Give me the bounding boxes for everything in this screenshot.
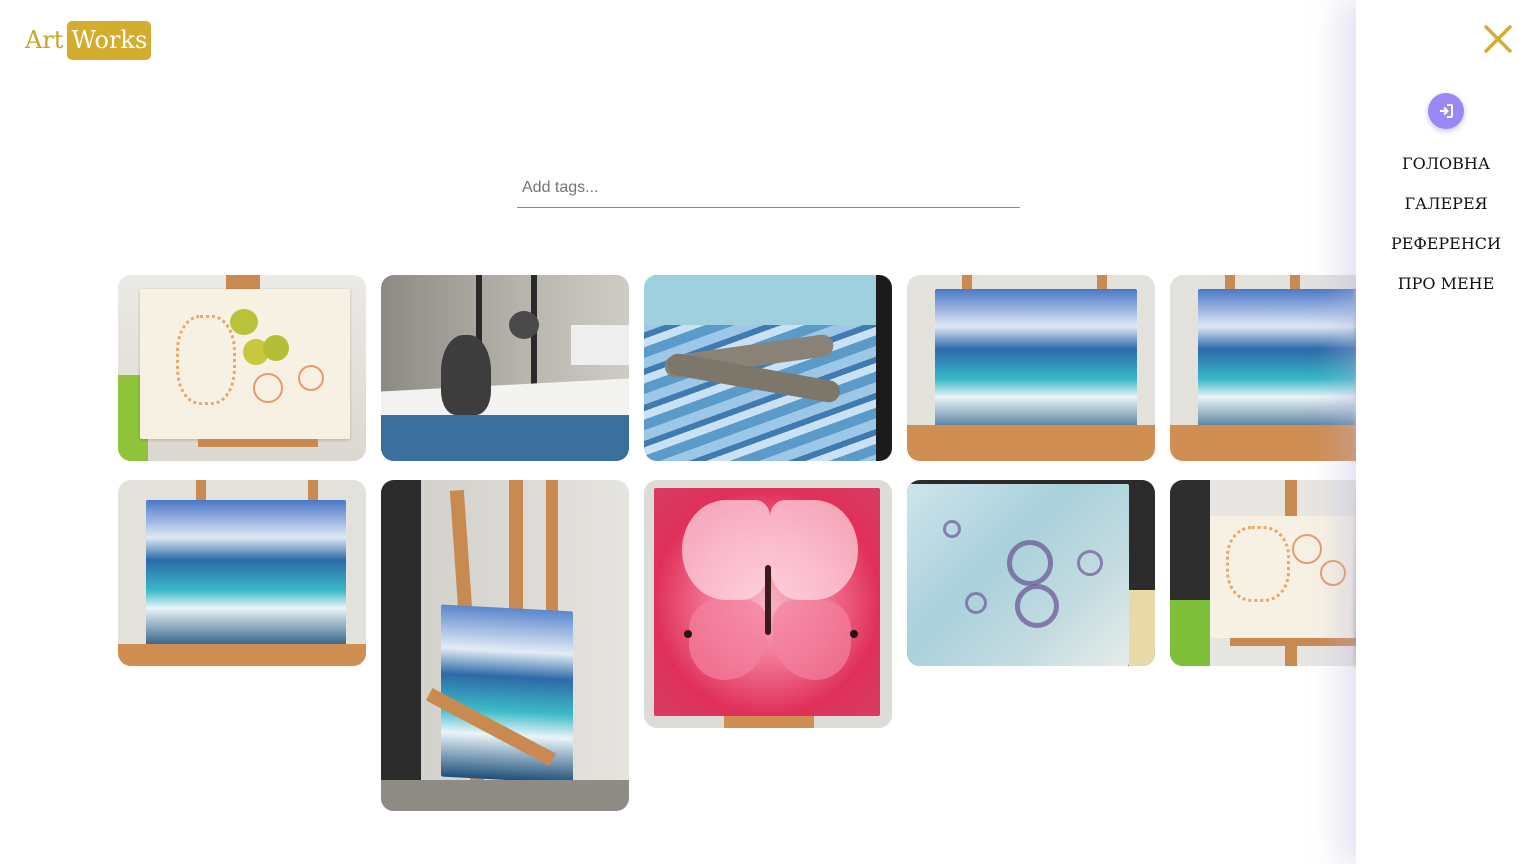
nav-item-home[interactable]: ГОЛОВНА	[1356, 152, 1536, 192]
nav-item-references[interactable]: РЕФЕРЕНСИ	[1356, 232, 1536, 272]
gallery-item[interactable]	[118, 480, 366, 666]
close-menu-button[interactable]	[1483, 24, 1513, 54]
nav-item-gallery[interactable]: ГАЛЕРЕЯ	[1356, 192, 1536, 232]
login-button[interactable]	[1428, 93, 1464, 129]
main-nav: ГОЛОВНА ГАЛЕРЕЯ РЕФЕРЕНСИ ПРО МЕНЕ	[1356, 152, 1536, 312]
gallery-image	[118, 275, 366, 461]
logo[interactable]: Art Works	[25, 20, 152, 60]
gallery-image	[907, 275, 1155, 461]
sign-in-icon	[1440, 104, 1453, 118]
tag-search-input[interactable]	[517, 170, 1020, 206]
gallery-item[interactable]	[644, 275, 892, 461]
gallery-item[interactable]	[118, 275, 366, 461]
nav-item-about[interactable]: ПРО МЕНЕ	[1356, 272, 1536, 312]
gallery-image	[118, 480, 366, 666]
gallery-image	[644, 275, 892, 461]
close-icon	[1484, 25, 1512, 53]
side-menu: ГОЛОВНА ГАЛЕРЕЯ РЕФЕРЕНСИ ПРО МЕНЕ	[1356, 0, 1536, 864]
tag-search-field	[517, 170, 1020, 208]
gallery-image	[907, 480, 1155, 666]
gallery-item[interactable]	[644, 480, 892, 728]
gallery-item[interactable]	[381, 275, 629, 461]
logo-art-text: Art	[25, 26, 64, 54]
gallery-image	[644, 480, 892, 728]
image-gallery	[118, 275, 1418, 815]
gallery-image	[381, 480, 629, 811]
gallery-item[interactable]	[907, 480, 1155, 666]
gallery-item[interactable]	[907, 275, 1155, 461]
gallery-image	[381, 275, 629, 461]
logo-works-text: Works	[67, 20, 152, 60]
gallery-item[interactable]	[381, 480, 629, 811]
